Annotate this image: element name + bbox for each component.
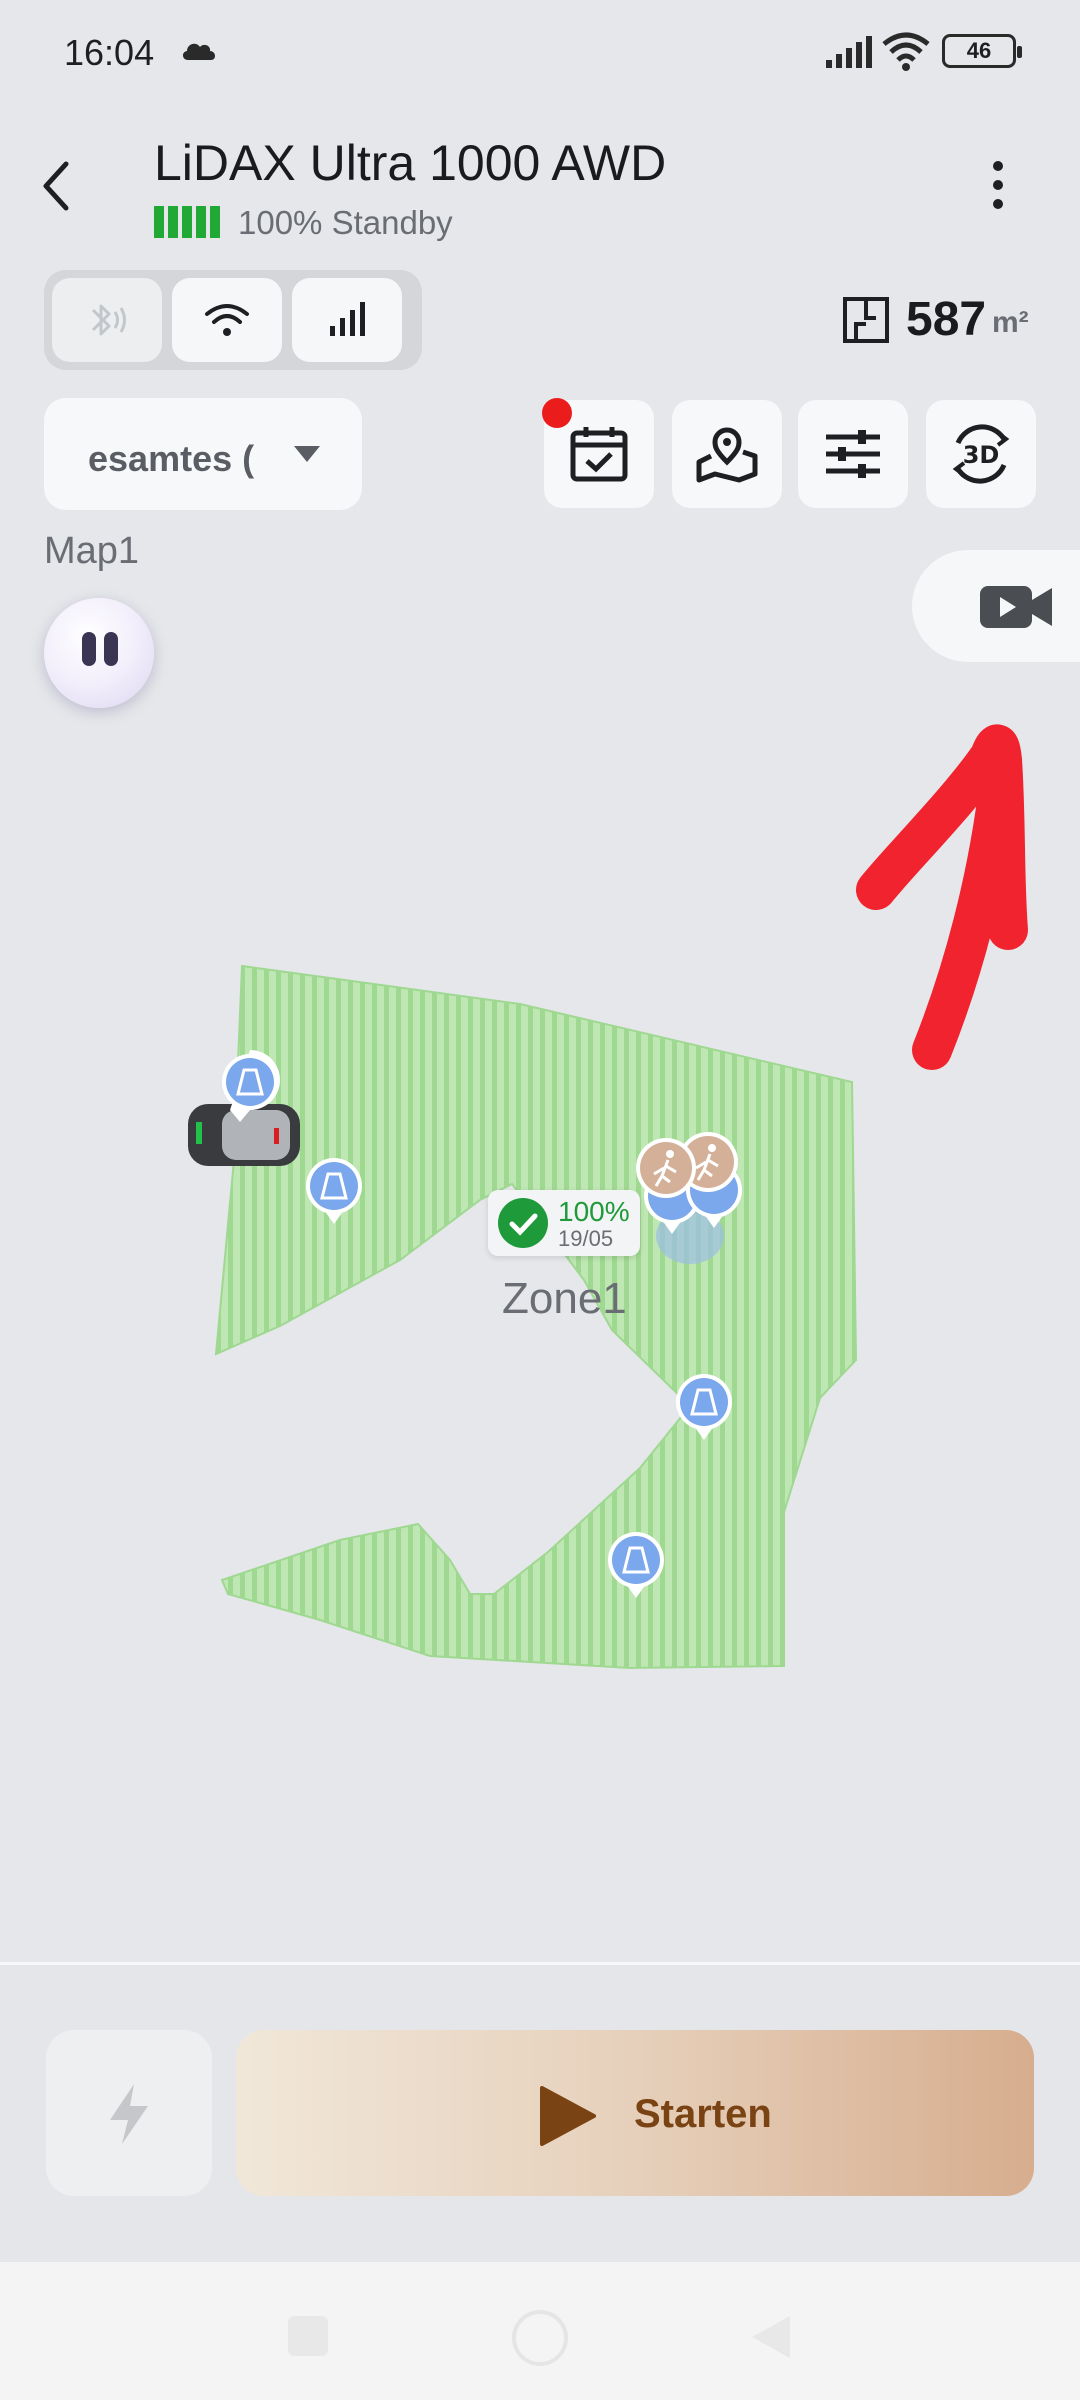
cellular-button[interactable] [292, 278, 402, 362]
settings-sliders-icon [826, 430, 880, 478]
nav-back-button[interactable] [748, 2312, 794, 2362]
zone-progress-date: 19/05 [558, 1226, 614, 1251]
more-options-icon[interactable] [990, 160, 1006, 210]
view-3d-button[interactable]: 3D [926, 400, 1036, 508]
check-icon [498, 1198, 548, 1248]
assistant-avatar[interactable] [44, 598, 154, 708]
battery-icon: 46 [942, 34, 1022, 68]
video-camera-icon [980, 586, 1052, 628]
signal-icon [826, 36, 872, 68]
notification-dot [542, 398, 572, 428]
bluetooth-icon [91, 304, 126, 336]
device-status: 100% Standby [238, 204, 453, 242]
schedule-icon [570, 427, 628, 482]
lightning-icon [110, 2084, 148, 2144]
zone-progress-percent: 100% [558, 1196, 630, 1227]
mowing-area-value: 587 [906, 293, 987, 346]
svg-text:3D: 3D [963, 441, 1000, 469]
chevron-down-icon [294, 446, 320, 462]
start-button-label: Starten [634, 2092, 772, 2136]
map-name: Map1 [44, 530, 140, 572]
home-button[interactable] [512, 2310, 568, 2366]
battery-percent: 100% [238, 204, 323, 241]
status-text: Standby [331, 204, 453, 241]
zone-name: Zone1 [502, 1274, 627, 1323]
wifi-button[interactable] [172, 278, 282, 362]
map-location-button[interactable] [672, 400, 782, 508]
area-icon [843, 297, 889, 343]
page-title: LiDAX Ultra 1000 AWD [154, 135, 667, 191]
mowing-area-unit: m² [992, 306, 1029, 339]
cellular-icon [330, 302, 365, 336]
recent-apps-button[interactable] [288, 2316, 328, 2356]
view-3d-icon: 3D [952, 424, 1010, 484]
map-pin-icon [696, 427, 758, 483]
wifi-icon [882, 32, 930, 71]
zone-dropdown-value: esamtes ( [88, 438, 255, 479]
back-icon[interactable] [36, 156, 80, 216]
bluetooth-button[interactable] [52, 278, 162, 362]
play-icon [540, 2086, 596, 2146]
connectivity-group [44, 270, 422, 370]
pedestrian-marker-icon[interactable] [636, 1138, 696, 1198]
wifi-icon [205, 304, 249, 336]
cloud-icon [182, 43, 216, 60]
settings-button[interactable] [798, 400, 908, 508]
battery-level-indicator [154, 206, 220, 238]
status-time: 16:04 [64, 32, 155, 73]
